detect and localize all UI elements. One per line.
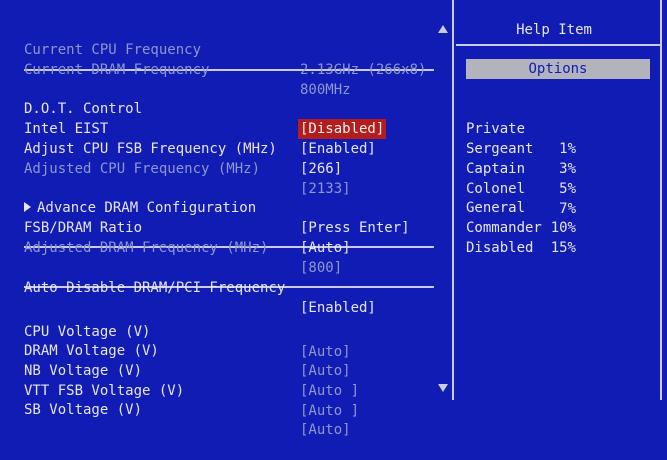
help-item-title: Help Item	[516, 22, 592, 38]
setting-cpu-fsb-frequency[interactable]: Adjust CPU FSB Frequency (MHz) [266]	[24, 119, 438, 177]
cpu-frequency-row: Current CPU Frequency 2.13GHz (266x8)	[24, 20, 438, 78]
setting-cpu-voltage[interactable]: CPU Voltage (V) [Auto]	[24, 302, 438, 360]
setting-sb-voltage[interactable]: SB Voltage (V) [Auto]	[24, 380, 438, 438]
setting-intel-eist[interactable]: Intel EIST [Enabled]	[24, 99, 438, 157]
panel-divider	[452, 0, 454, 400]
help-separator	[456, 44, 660, 46]
setting-nb-voltage[interactable]: NB Voltage (V) [Auto ]	[24, 341, 438, 399]
option-rank: Colonel 7%	[466, 159, 656, 217]
setting-value[interactable]: [266]	[300, 159, 342, 179]
setting-label: Adjusted DRAM Frequency (MHz)	[24, 240, 269, 256]
cpu-frequency-value: 2.13GHz (266x8)	[300, 62, 427, 78]
setting-fsb-dram-ratio[interactable]: FSB/DRAM Ratio [Auto]	[24, 198, 438, 256]
setting-label: SB Voltage (V)	[24, 402, 143, 418]
disabled-label: Disabled	[466, 240, 534, 256]
option-rank: Captain 5%	[466, 139, 656, 197]
setting-label: Auto Disable DRAM/PCI Frequency	[24, 280, 286, 296]
setting-value[interactable]: [Auto ]	[300, 401, 359, 421]
option-rank: Private 1%	[466, 99, 656, 157]
dram-frequency-row: Current DRAM Frequency 800MHz	[24, 40, 438, 98]
setting-value[interactable]: [Auto]	[300, 238, 351, 258]
option-rank: Commander 15%	[466, 198, 656, 256]
rank-percent: 15%	[550, 240, 576, 256]
dram-frequency-label: Current DRAM Frequency	[24, 62, 210, 78]
option-rank: Sergeant 3%	[466, 119, 656, 177]
option-rank: General 10%	[466, 178, 656, 236]
right-border	[660, 0, 662, 400]
setting-adjusted-cpu-frequency: Adjusted CPU Frequency (MHz) [2133]	[24, 139, 438, 197]
scroll-down-arrow-icon[interactable]	[438, 384, 448, 392]
setting-label: Adjusted CPU Frequency (MHz)	[24, 161, 261, 177]
setting-dram-voltage[interactable]: DRAM Voltage (V) [Auto]	[24, 321, 438, 379]
setting-advance-dram-config[interactable]: Advance DRAM Configuration [Press Enter]	[24, 178, 438, 236]
setting-auto-disable-dram-pci[interactable]: Auto Disable DRAM/PCI Frequency [Enabled…	[24, 258, 438, 316]
setting-value[interactable]: [Auto]	[300, 420, 351, 440]
setting-adjusted-dram-frequency: Adjusted DRAM Frequency (MHz) [800]	[24, 218, 438, 276]
options-header: Options	[466, 59, 650, 79]
option-disabled: Disabled	[466, 218, 656, 256]
setting-vtt-fsb-voltage[interactable]: VTT FSB Voltage (V) [Auto ]	[24, 361, 438, 419]
scroll-up-arrow-icon[interactable]	[438, 25, 448, 33]
setting-dot-control[interactable]: D.O.T. Control [Disabled]	[24, 79, 438, 139]
bios-screen: Current CPU Frequency 2.13GHz (266x8) Cu…	[0, 0, 667, 438]
